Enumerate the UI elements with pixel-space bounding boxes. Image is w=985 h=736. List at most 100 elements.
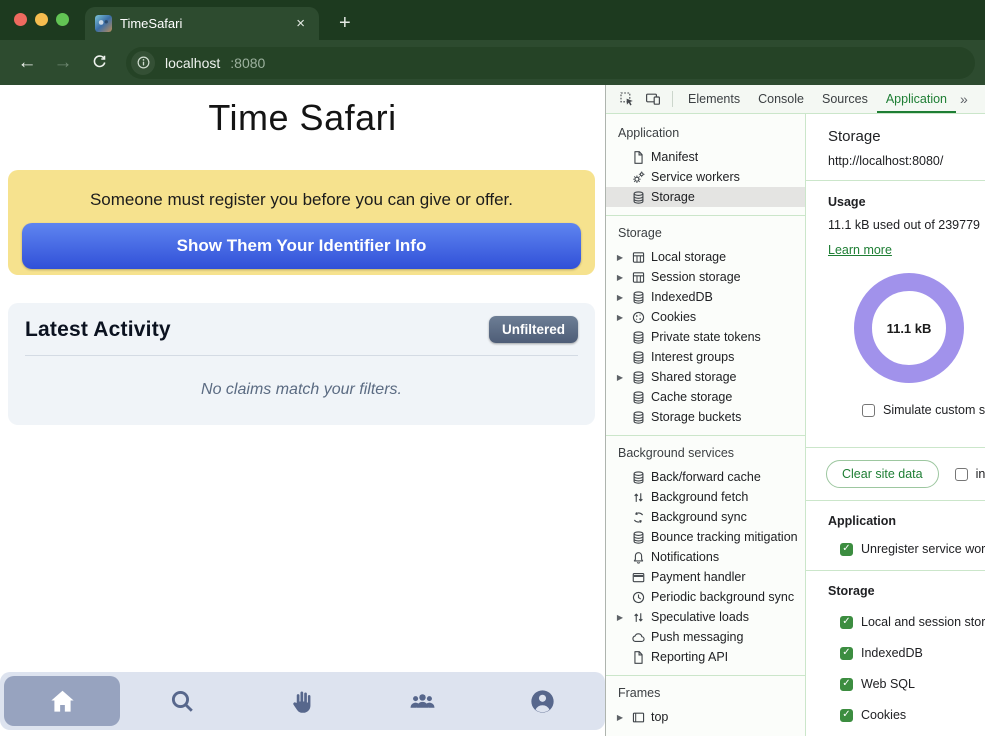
include-third-party-row[interactable]: in (955, 467, 985, 481)
minimize-window-button[interactable] (35, 13, 48, 26)
tree-item-private-state-tokens[interactable]: ▶ Private state tokens (606, 327, 805, 347)
application-section-heading: Application (828, 514, 985, 528)
tree-item-periodic-background-sync[interactable]: ▶ Periodic background sync (606, 587, 805, 607)
tree-item-storage-buckets[interactable]: ▶ Storage buckets (606, 407, 805, 427)
tree-item-service-workers[interactable]: ▶ Service workers (606, 167, 805, 187)
reload-button[interactable] (82, 54, 116, 71)
simulate-custom-storage-row[interactable]: Simulate custom stora (862, 403, 985, 417)
panel-origin: http://localhost:8080/ (828, 154, 985, 168)
sidebar-section: Background services ▶ Back/forward cache (606, 436, 805, 676)
expand-arrow-icon[interactable]: ▶ (614, 253, 626, 262)
sidebar-section-title: Storage (606, 222, 805, 247)
tree-item-push-messaging[interactable]: ▶ Push messaging (606, 627, 805, 647)
simulate-label: Simulate custom stora (883, 403, 985, 417)
tree-item-speculative-loads[interactable]: ▶ Speculative loads (606, 607, 805, 627)
checkbox[interactable] (840, 678, 853, 691)
nav-people[interactable] (365, 676, 481, 726)
address-bar[interactable]: localhost:8080 (126, 47, 975, 79)
tree-item-background-sync[interactable]: ▶ Background sync (606, 507, 805, 527)
devtools-tab-application[interactable]: Application (877, 85, 956, 113)
tree-item-reporting-api[interactable]: ▶ Reporting API (606, 647, 805, 667)
tree-item-bounce-tracking-mitigation[interactable]: ▶ Bounce tracking mitigation (606, 527, 805, 547)
tree-item-payment-handler[interactable]: ▶ Payment handler (606, 567, 805, 587)
storage-detail-panel: Storage http://localhost:8080/ Usage 11.… (806, 114, 985, 736)
bottom-navigation (0, 672, 605, 730)
expand-arrow-icon[interactable]: ▶ (614, 273, 626, 282)
nav-person[interactable] (485, 676, 601, 726)
tree-item-storage[interactable]: ▶ Storage (606, 187, 805, 207)
tree-item-indexeddb[interactable]: ▶ IndexedDB (606, 287, 805, 307)
back-button[interactable]: ← (10, 53, 44, 72)
tree-item-top[interactable]: ▶ top (606, 707, 805, 727)
tab-close-icon[interactable]: × (292, 14, 309, 33)
inspect-element-button[interactable] (614, 86, 640, 112)
expand-arrow-icon[interactable]: ▶ (614, 293, 626, 302)
tree-item-background-fetch[interactable]: ▶ Background fetch (606, 487, 805, 507)
devtools-sidebar: Application ▶ Manifest (606, 114, 806, 736)
check-local-and-session-stor[interactable]: Local and session stor (840, 615, 985, 629)
show-identifier-info-button[interactable]: Show Them Your Identifier Info (22, 223, 581, 269)
web-page: Time Safari Someone must register you be… (0, 85, 605, 736)
expand-arrow-icon[interactable]: ▶ (614, 713, 626, 722)
simulate-checkbox[interactable] (862, 404, 875, 417)
tree-item-notifications[interactable]: ▶ Notifications (606, 547, 805, 567)
checkbox[interactable] (840, 616, 853, 629)
expand-arrow-icon[interactable]: ▶ (614, 313, 626, 322)
checkbox[interactable] (840, 709, 853, 722)
zoom-window-button[interactable] (56, 13, 69, 26)
tree-item-cache-storage[interactable]: ▶ Cache storage (606, 387, 805, 407)
tree-item-local-storage[interactable]: ▶ Local storage (606, 247, 805, 267)
latest-activity-title: Latest Activity (25, 318, 171, 342)
tree-item-shared-storage[interactable]: ▶ Shared storage (606, 367, 805, 387)
empty-claims-message: No claims match your filters. (25, 381, 578, 399)
checkbox[interactable] (840, 543, 853, 556)
tree-item-manifest[interactable]: ▶ Manifest (606, 147, 805, 167)
screen: { "browser": { "tab_title": "TimeSafari"… (0, 0, 985, 736)
sidebar-section-title: Background services (606, 442, 805, 467)
window-controls (0, 13, 85, 40)
usage-donut-chart: 11.1 kB (854, 273, 964, 383)
devtools-tab-console[interactable]: Console (749, 85, 813, 113)
device-toolbar-button[interactable] (640, 86, 666, 112)
tab-strip: TimeSafari × + (0, 0, 985, 40)
clear-site-data-button[interactable]: Clear site data (826, 460, 939, 488)
site-info-icon[interactable] (131, 51, 155, 75)
tree-item-back-forward-cache[interactable]: ▶ Back/forward cache (606, 467, 805, 487)
tree-item-cookies[interactable]: ▶ Cookies (606, 307, 805, 327)
check-cookies[interactable]: Cookies (840, 708, 985, 722)
close-window-button[interactable] (14, 13, 27, 26)
unfiltered-button[interactable]: Unfiltered (489, 316, 578, 343)
panel-title: Storage (828, 128, 985, 145)
nav-home[interactable] (4, 676, 120, 726)
usage-heading: Usage (828, 195, 985, 209)
devtools-tab-elements[interactable]: Elements (679, 85, 749, 113)
sidebar-section-title: Application (606, 122, 805, 147)
more-tabs-icon[interactable]: » (956, 91, 972, 107)
inspect-icon (619, 91, 635, 107)
nav-search[interactable] (124, 676, 240, 726)
check-web-sql[interactable]: Web SQL (840, 677, 985, 691)
include-checkbox[interactable] (955, 468, 968, 481)
browser-tab[interactable]: TimeSafari × (85, 7, 319, 40)
sidebar-section: Application ▶ Manifest (606, 116, 805, 216)
tree-item-session-storage[interactable]: ▶ Session storage (606, 267, 805, 287)
new-tab-button[interactable]: + (339, 13, 351, 33)
expand-arrow-icon[interactable]: ▶ (614, 373, 626, 382)
check-unregister-service-wor[interactable]: Unregister service wor (840, 542, 985, 556)
tab-title: TimeSafari (120, 16, 284, 31)
devtools-tab-sources[interactable]: Sources (813, 85, 877, 113)
tree-item-interest-groups[interactable]: ▶ Interest groups (606, 347, 805, 367)
sidebar-section: Frames ▶ top (606, 676, 805, 735)
devices-icon (645, 91, 661, 107)
forward-button[interactable]: → (46, 53, 80, 72)
learn-more-link[interactable]: Learn more (828, 243, 892, 257)
sidebar-section: Storage ▶ Local storage (606, 216, 805, 436)
check-indexeddb[interactable]: IndexedDB (840, 646, 985, 660)
sidebar-section-title: Frames (606, 682, 805, 707)
registration-alert: Someone must register you before you can… (8, 170, 595, 275)
browser-toolbar: ← → localhost:8080 (0, 40, 985, 85)
checkbox[interactable] (840, 647, 853, 660)
activity-divider (25, 355, 578, 356)
expand-arrow-icon[interactable]: ▶ (614, 613, 626, 622)
nav-hand[interactable] (244, 676, 360, 726)
